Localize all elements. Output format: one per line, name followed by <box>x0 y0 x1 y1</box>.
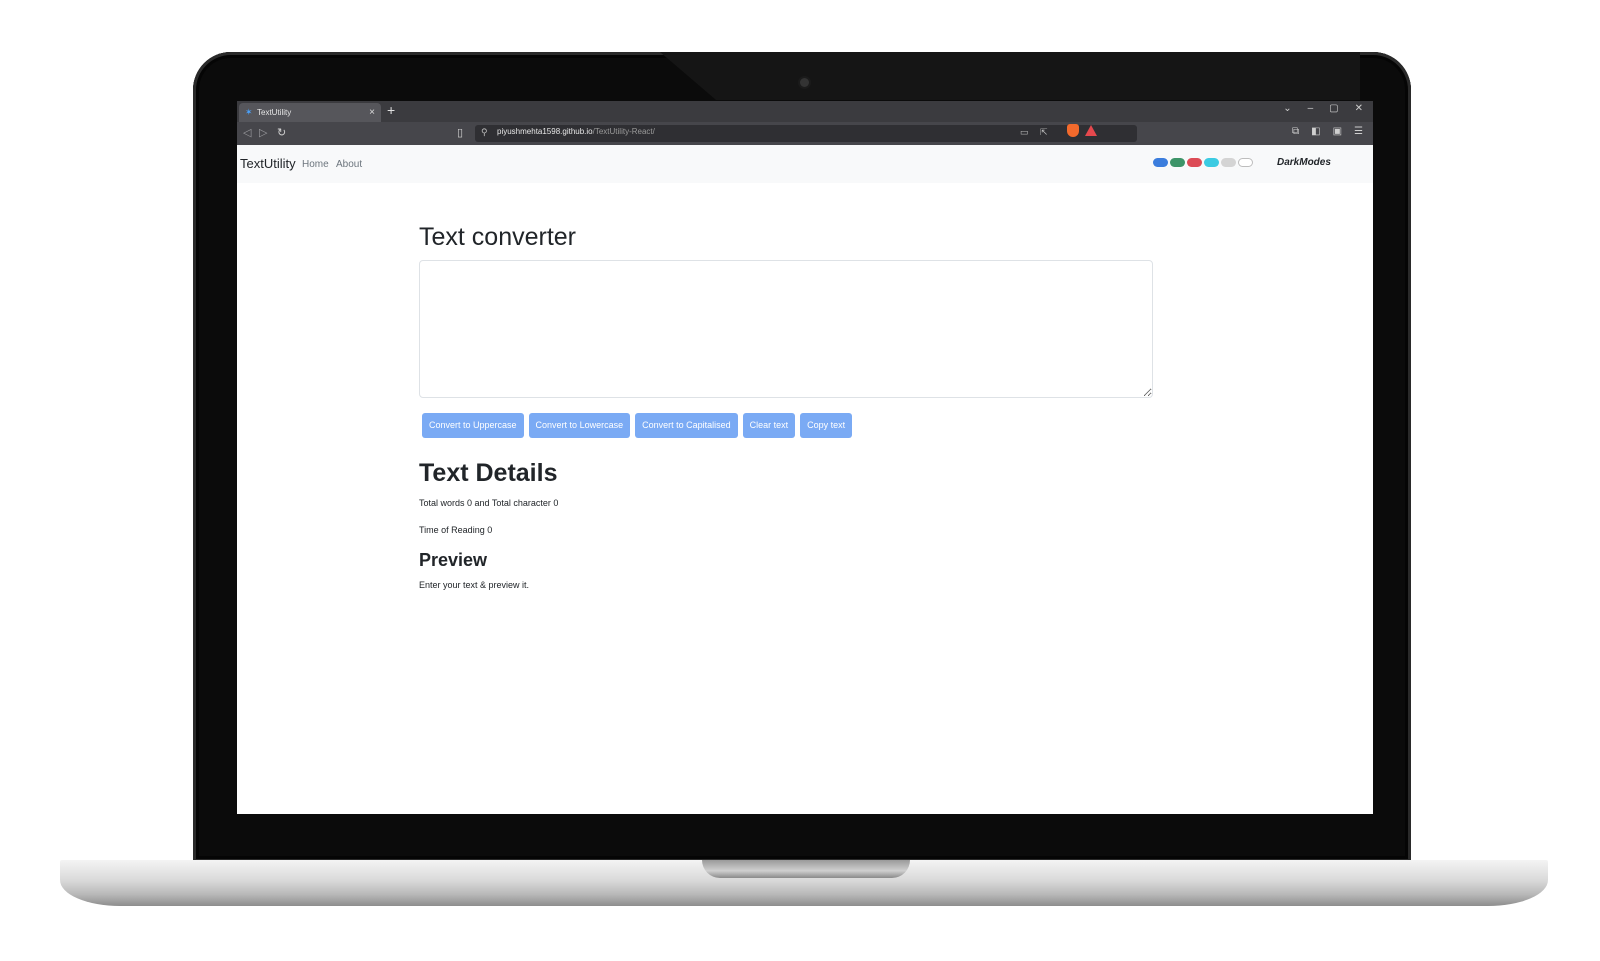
browser-toolbar: ◁ ▷ ↻ ▯ ⚲ piyushmehta1598.github.io/Text… <box>237 122 1373 145</box>
lid-reflection <box>660 52 1360 100</box>
theme-swatch-blue[interactable] <box>1153 158 1168 167</box>
nav-home-link[interactable]: Home <box>302 159 329 170</box>
theme-swatch-grey[interactable] <box>1221 158 1236 167</box>
laptop-hinge <box>702 860 910 878</box>
text-input[interactable] <box>419 260 1153 398</box>
back-icon[interactable]: ◁ <box>243 126 251 139</box>
webcam <box>800 78 809 87</box>
new-tab-button[interactable]: + <box>387 102 395 118</box>
url-host: piyushmehta1598.github.io <box>497 127 593 136</box>
browser-tab[interactable]: ✶ TextUtility × <box>239 103 381 122</box>
forward-icon[interactable]: ▷ <box>259 126 267 139</box>
tab-search-icon[interactable]: ⌄ <box>1283 103 1291 114</box>
copy-text-button[interactable]: Copy text <box>800 413 853 438</box>
bookmark-icon[interactable]: ▯ <box>457 126 463 139</box>
theme-swatch-red[interactable] <box>1187 158 1202 167</box>
site-info-icon[interactable]: ⚲ <box>481 127 488 138</box>
capitalise-button[interactable]: Convert to Capitalised <box>635 413 738 438</box>
tab-close-icon[interactable]: × <box>369 103 375 122</box>
page-title: Text converter <box>419 223 577 251</box>
main-content: Text converter Convert to Uppercase Conv… <box>419 223 1153 590</box>
preview-heading: Preview <box>419 550 488 570</box>
reading-time-text: Time of Reading 0 <box>419 525 493 535</box>
sidebar-icon[interactable]: ◧ <box>1311 126 1320 137</box>
screen: ✶ TextUtility × + ⌄ – ▢ ✕ ◁ ▷ ↻ ▯ ⚲ piyu… <box>237 101 1373 814</box>
react-favicon-icon: ✶ <box>245 107 253 117</box>
browser-tabbar: ✶ TextUtility × + ⌄ – ▢ ✕ <box>237 101 1373 122</box>
brave-shields-icon[interactable] <box>1067 124 1079 137</box>
menu-icon[interactable]: ☰ <box>1354 126 1363 137</box>
darkmodes-label[interactable]: DarkModes <box>1277 157 1331 168</box>
theme-swatches <box>1153 158 1253 167</box>
preview-text: Enter your text & preview it. <box>419 580 530 590</box>
action-buttons: Convert to Uppercase Convert to Lowercas… <box>422 413 853 438</box>
word-count-text: Total words 0 and Total character 0 <box>419 498 559 508</box>
clear-text-button[interactable]: Clear text <box>742 413 796 438</box>
uppercase-button[interactable]: Convert to Uppercase <box>422 413 524 438</box>
lowercase-button[interactable]: Convert to Lowercase <box>528 413 631 438</box>
extensions-icon[interactable]: ⧉ <box>1292 126 1299 137</box>
toolbar-right-icons: ⧉ ◧ ▣ ☰ <box>1292 126 1363 137</box>
page-navbar: TextUtility Home About DarkModes <box>237 145 1373 183</box>
navbar-brand[interactable]: TextUtility <box>240 156 296 171</box>
url-text: piyushmehta1598.github.io/TextUtility-Re… <box>497 127 655 136</box>
close-window-icon[interactable]: ✕ <box>1355 103 1363 114</box>
address-bar[interactable]: ⚲ piyushmehta1598.github.io/TextUtility-… <box>475 125 1137 142</box>
theme-swatch-cyan[interactable] <box>1204 158 1219 167</box>
brave-rewards-icon[interactable] <box>1085 125 1097 136</box>
maximize-icon[interactable]: ▢ <box>1329 103 1338 114</box>
share-icon[interactable]: ⇱ <box>1040 127 1048 138</box>
wallet-icon[interactable]: ▣ <box>1333 126 1342 137</box>
nav-about-link[interactable]: About <box>336 159 362 170</box>
text-details-heading: Text Details <box>419 459 558 487</box>
reload-icon[interactable]: ↻ <box>277 126 286 139</box>
tab-title: TextUtility <box>257 108 292 117</box>
url-path: /TextUtility-React/ <box>592 127 655 136</box>
window-controls: ⌄ – ▢ ✕ <box>1283 103 1363 114</box>
theme-swatch-green[interactable] <box>1170 158 1185 167</box>
reader-mode-icon[interactable]: ▭ <box>1020 127 1029 138</box>
theme-swatch-white[interactable] <box>1238 158 1253 167</box>
minimize-icon[interactable]: – <box>1308 103 1314 114</box>
